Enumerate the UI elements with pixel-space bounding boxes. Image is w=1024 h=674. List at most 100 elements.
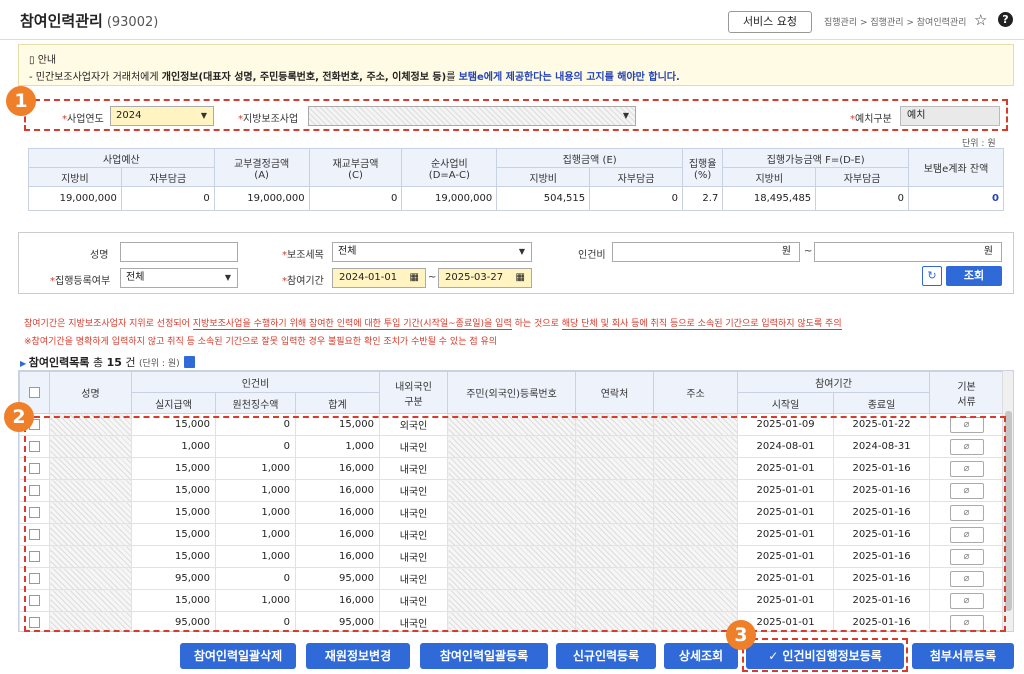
favorite-star-icon[interactable]: ☆ — [974, 11, 987, 29]
col-docs: 기본 서류 — [929, 371, 1005, 414]
period-from-input[interactable]: 2024-01-01 ▦ — [332, 268, 426, 288]
budget-table: 사업예산 교부결정금액 (A) 재교부금액 (C) 순사업비 (D=A-C) 집행금액… — [28, 148, 1004, 211]
period-to-input[interactable]: 2025-03-27 ▦ — [438, 268, 532, 288]
paperclip-icon[interactable]: ⌀ — [949, 592, 984, 609]
avail-local-value: 18,495,485 — [722, 186, 817, 211]
labor-label: 인건비 — [578, 250, 606, 261]
row-checkbox[interactable] — [19, 523, 50, 546]
period-label: *참여기간 — [282, 276, 324, 287]
search-button[interactable]: 조회 — [946, 266, 1002, 286]
row-docs[interactable]: ⌀ — [929, 435, 1005, 458]
notice-box: ▯ 안내 - 민간보조사업자가 거래처에게 개인정보(대표자 성명, 주민등록번… — [18, 44, 1014, 86]
paperclip-icon[interactable]: ⌀ — [949, 438, 984, 455]
grid-scrollbar[interactable] — [1002, 371, 1013, 631]
service-request-button[interactable]: 서비스 요청 — [728, 11, 812, 33]
name-input[interactable] — [120, 242, 238, 262]
table-row[interactable]: 15,000 1,000 16,000 내국인 2025-01-01 2025-01-16… — [19, 457, 1005, 480]
table-row[interactable]: 15,000 1,000 16,000 내국인 2025-01-01 2025-01-16… — [19, 545, 1005, 568]
project-select[interactable]: ▼ — [308, 106, 636, 126]
row-name-masked — [49, 413, 132, 436]
row-docs[interactable]: ⌀ — [929, 479, 1005, 502]
attachment-register-button[interactable]: 첨부서류등록 — [912, 643, 1014, 669]
help-icon[interactable]: ? — [998, 12, 1013, 27]
paperclip-icon[interactable]: ⌀ — [949, 482, 984, 499]
excel-download-icon[interactable] — [183, 356, 195, 368]
row-checkbox[interactable] — [19, 435, 50, 458]
row-total: 16,000 — [294, 523, 381, 546]
project-label: *지방보조사업 — [238, 114, 299, 125]
paperclip-icon[interactable]: ⌀ — [949, 504, 984, 521]
exec-local-header: 지방비 — [496, 167, 591, 187]
table-row[interactable]: 95,000 0 95,000 내국인 2025-01-01 2025-01-16 ⌀ — [19, 567, 1005, 590]
row-docs[interactable]: ⌀ — [929, 545, 1005, 568]
step-marker-3: 3 — [726, 620, 756, 650]
row-total: 95,000 — [294, 611, 381, 631]
paperclip-icon[interactable]: ⌀ — [949, 548, 984, 565]
row-docs[interactable]: ⌀ — [929, 567, 1005, 590]
row-checkbox[interactable] — [19, 611, 50, 631]
table-row[interactable]: 15,000 0 15,000 외국인 2025-01-09 2025-01-22 ⌀ — [19, 413, 1005, 436]
calendar-icon[interactable]: ▦ — [410, 269, 419, 287]
new-register-button[interactable]: 신규인력등록 — [556, 643, 656, 669]
row-docs[interactable]: ⌀ — [929, 413, 1005, 436]
row-end: 2025-01-16 — [833, 501, 931, 524]
calendar-icon[interactable]: ▦ — [516, 269, 525, 287]
row-nationality: 내국인 — [379, 545, 449, 568]
paperclip-icon[interactable]: ⌀ — [949, 460, 984, 477]
table-row[interactable]: 15,000 1,000 16,000 내국인 2025-01-01 2025-01-16… — [19, 479, 1005, 502]
labor-exec-register-button[interactable]: ✓ 인건비집행정보등록 — [746, 643, 904, 669]
paperclip-icon[interactable]: ⌀ — [949, 416, 984, 433]
avail-self-value: 0 — [815, 186, 910, 211]
exec-self-header: 자부담금 — [589, 167, 683, 187]
row-checkbox[interactable] — [19, 501, 50, 524]
dropdown-arrow-icon: ▼ — [518, 247, 525, 256]
row-contact-masked — [575, 523, 655, 546]
row-checkbox[interactable] — [19, 545, 50, 568]
row-start: 2025-01-01 — [737, 523, 835, 546]
labor-max-input[interactable]: 원 — [814, 242, 1002, 262]
row-docs[interactable]: ⌀ — [929, 523, 1005, 546]
range-tilde: ~ — [804, 246, 813, 257]
paperclip-icon[interactable]: ⌀ — [949, 614, 984, 631]
year-select[interactable]: 2024 ▼ — [110, 106, 214, 126]
row-docs[interactable]: ⌀ — [929, 589, 1005, 612]
row-docs[interactable]: ⌀ — [929, 611, 1005, 631]
row-checkbox[interactable] — [19, 567, 50, 590]
row-nationality: 내국인 — [379, 567, 449, 590]
table-row[interactable]: 15,000 1,000 16,000 내국인 2025-01-01 2025-01-16… — [19, 501, 1005, 524]
paperclip-icon[interactable]: ⌀ — [949, 526, 984, 543]
row-nationality: 내국인 — [379, 479, 449, 502]
refresh-icon[interactable]: ↻ — [922, 266, 942, 286]
row-withhold: 1,000 — [215, 545, 296, 568]
table-row[interactable]: 15,000 1,000 16,000 내국인 2025-01-01 2025-01-16… — [19, 523, 1005, 546]
row-checkbox[interactable] — [19, 457, 50, 480]
row-checkbox[interactable] — [19, 479, 50, 502]
table-row[interactable]: 15,000 1,000 16,000 내국인 2025-01-01 2025-01-16… — [19, 589, 1005, 612]
row-checkbox[interactable] — [19, 589, 50, 612]
row-docs[interactable]: ⌀ — [929, 501, 1005, 524]
row-docs[interactable]: ⌀ — [929, 457, 1005, 480]
balance-value[interactable]: 0 — [908, 186, 1004, 211]
row-nationality: 내국인 — [379, 611, 449, 631]
row-nationality: 내국인 — [379, 435, 449, 458]
scroll-thumb[interactable] — [1005, 411, 1012, 611]
row-nationality: 내국인 — [379, 457, 449, 480]
row-withhold: 0 — [215, 567, 296, 590]
row-end: 2025-01-16 — [833, 611, 931, 631]
row-actual: 1,000 — [131, 435, 216, 458]
fund-change-button[interactable]: 재원정보변경 — [306, 643, 410, 669]
bulk-delete-button[interactable]: 참여인력일괄삭제 — [180, 643, 296, 669]
detail-button[interactable]: 상세조회 — [664, 643, 738, 669]
table-row[interactable]: 1,000 0 1,000 내국인 2024-08-01 2024-08-31 ⌀ — [19, 435, 1005, 458]
regflag-select[interactable]: 전체 ▼ — [120, 268, 238, 288]
labor-min-input[interactable]: 원 — [612, 242, 800, 262]
paperclip-icon[interactable]: ⌀ — [949, 570, 984, 587]
subitem-select[interactable]: 전체 ▼ — [332, 242, 532, 262]
row-end: 2025-01-16 — [833, 589, 931, 612]
table-row[interactable]: 95,000 0 95,000 내국인 2025-01-01 2025-01-16 ⌀ — [19, 611, 1005, 631]
net-value: 19,000,000 — [401, 186, 498, 211]
row-actual: 15,000 — [131, 413, 216, 436]
bulk-register-button[interactable]: 참여인력일괄등록 — [420, 643, 548, 669]
row-start: 2025-01-09 — [737, 413, 835, 436]
row-nationality: 내국인 — [379, 523, 449, 546]
